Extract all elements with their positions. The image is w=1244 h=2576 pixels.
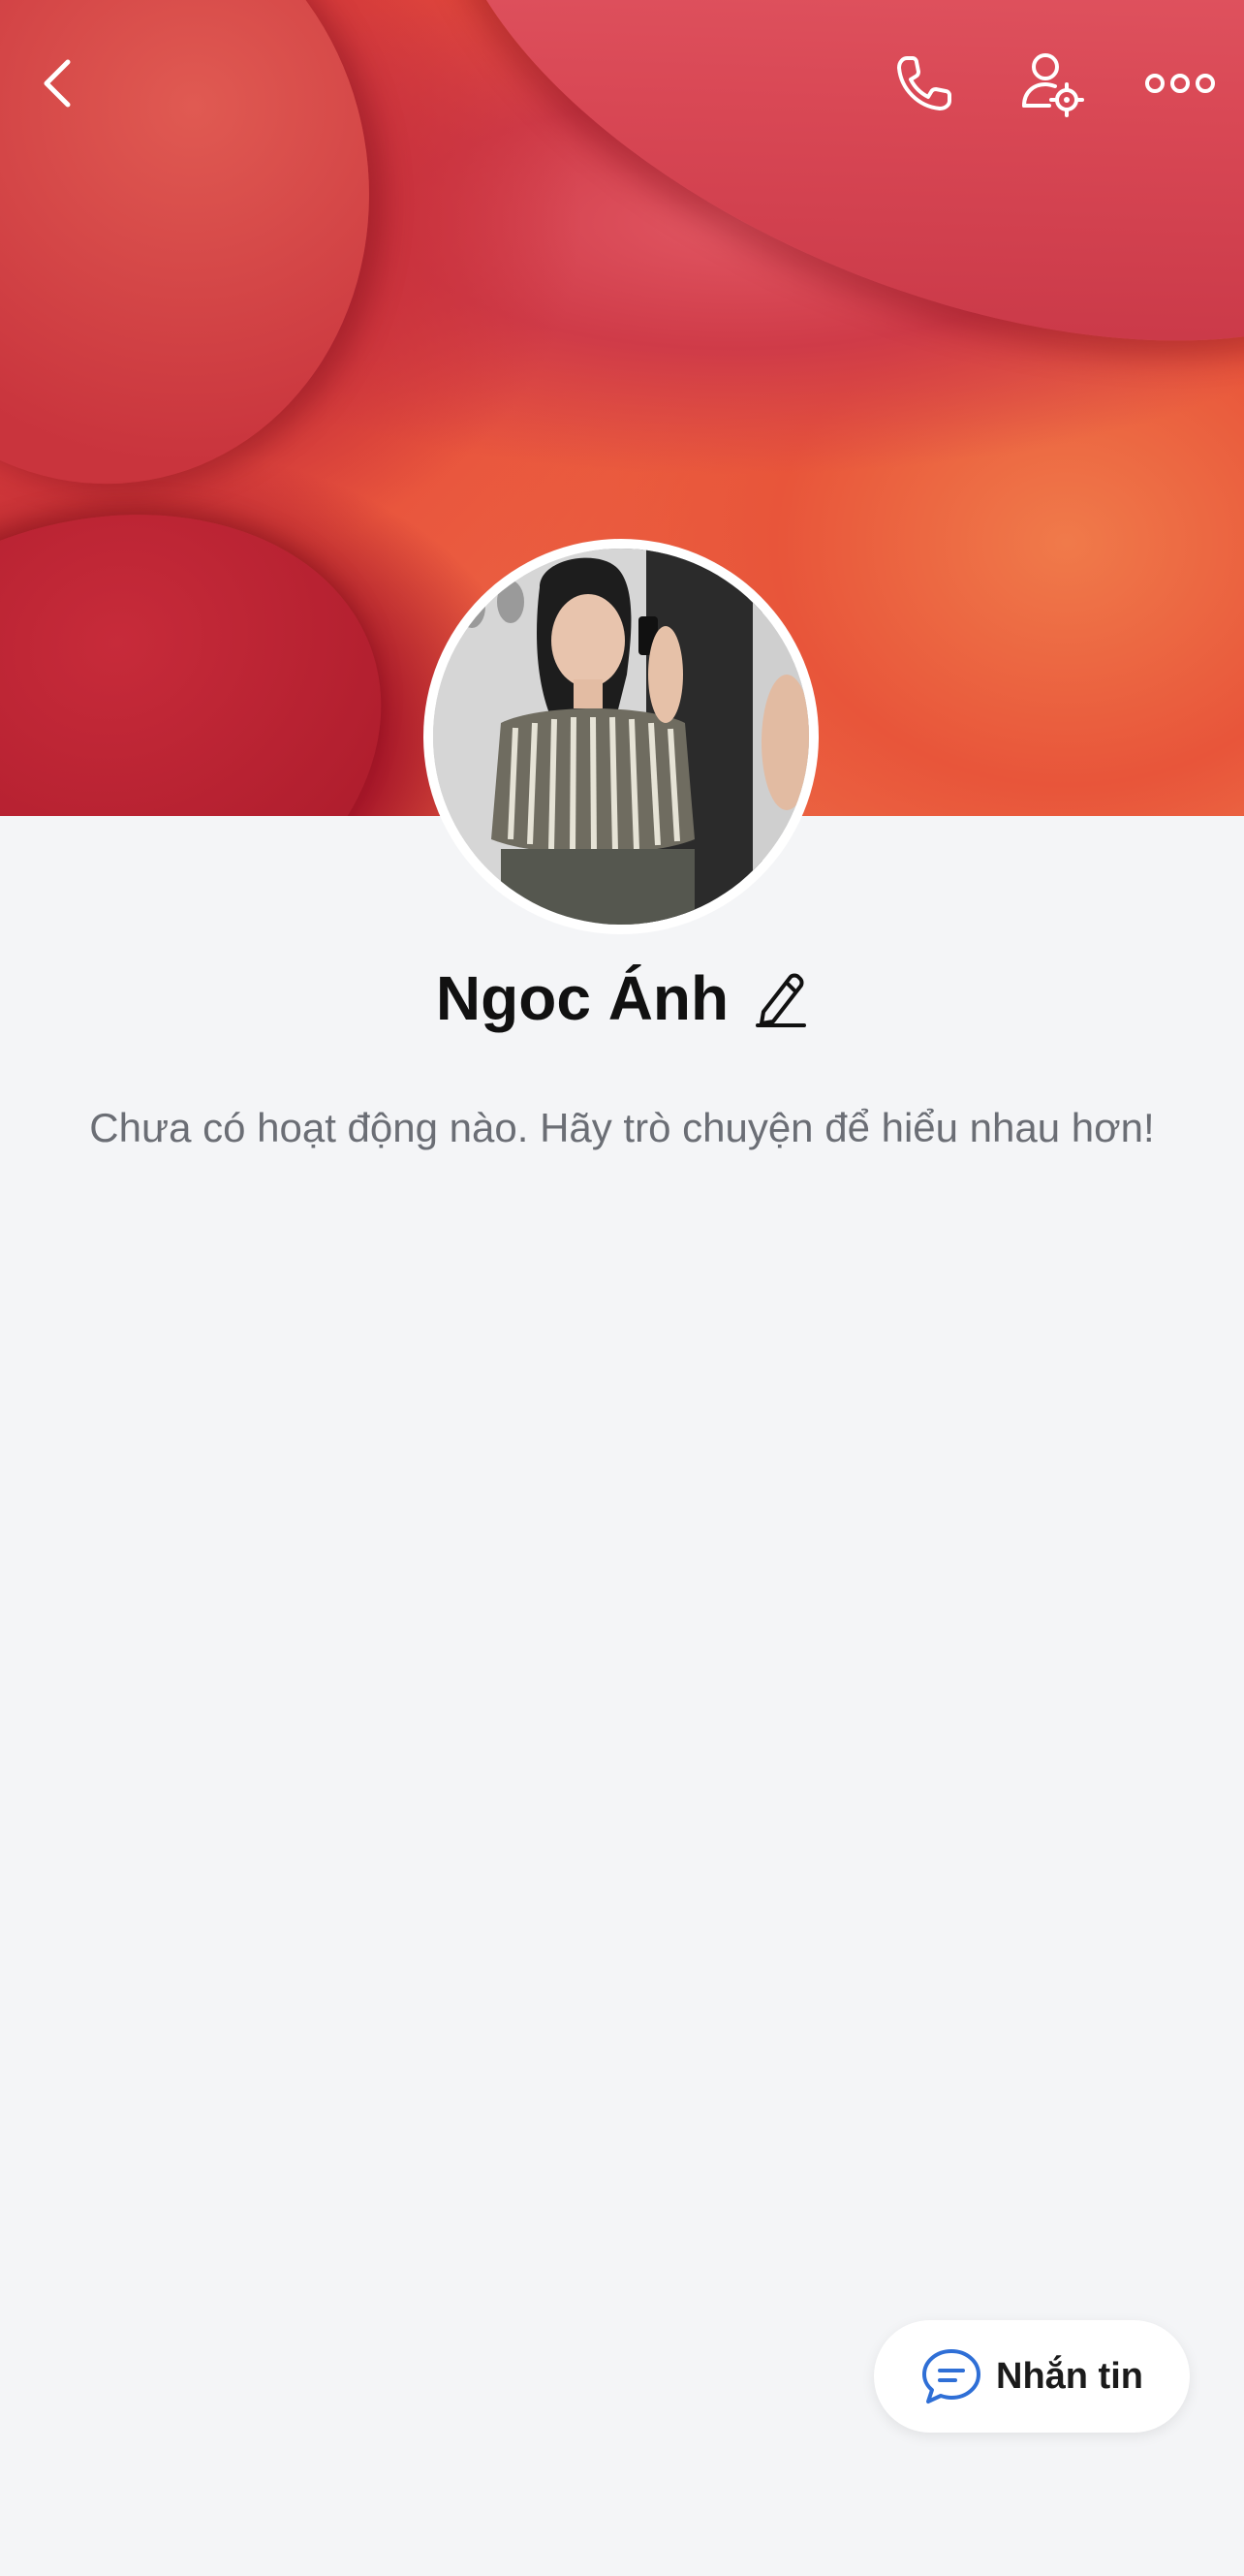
avatar[interactable]: [423, 539, 819, 934]
call-button[interactable]: [886, 45, 963, 122]
avatar-image: [433, 549, 809, 925]
back-button[interactable]: [19, 45, 97, 122]
edit-name-button[interactable]: [754, 969, 808, 1027]
phone-icon: [897, 56, 951, 110]
send-message-button[interactable]: Nhắn tin: [874, 2320, 1190, 2433]
pencil-icon: [756, 973, 807, 1027]
top-bar: [0, 0, 1244, 165]
cover-petal: [0, 441, 442, 816]
chat-bubble-icon: [922, 2349, 980, 2403]
chevron-left-icon: [44, 59, 71, 108]
activity-status-text: Chưa có hoạt động nào. Hãy trò chuyện để…: [89, 1105, 1155, 1150]
send-message-label: Nhắn tin: [996, 2355, 1143, 2397]
profile-name-row: Ngoc Ánh: [0, 955, 1244, 1042]
more-dots-icon: [1145, 74, 1215, 93]
user-settings-icon: [1022, 53, 1084, 117]
avatar-photo: [433, 549, 809, 925]
user-settings-button[interactable]: [1013, 45, 1091, 122]
profile-name: Ngoc Ánh: [435, 963, 730, 1033]
more-button[interactable]: [1141, 45, 1219, 122]
